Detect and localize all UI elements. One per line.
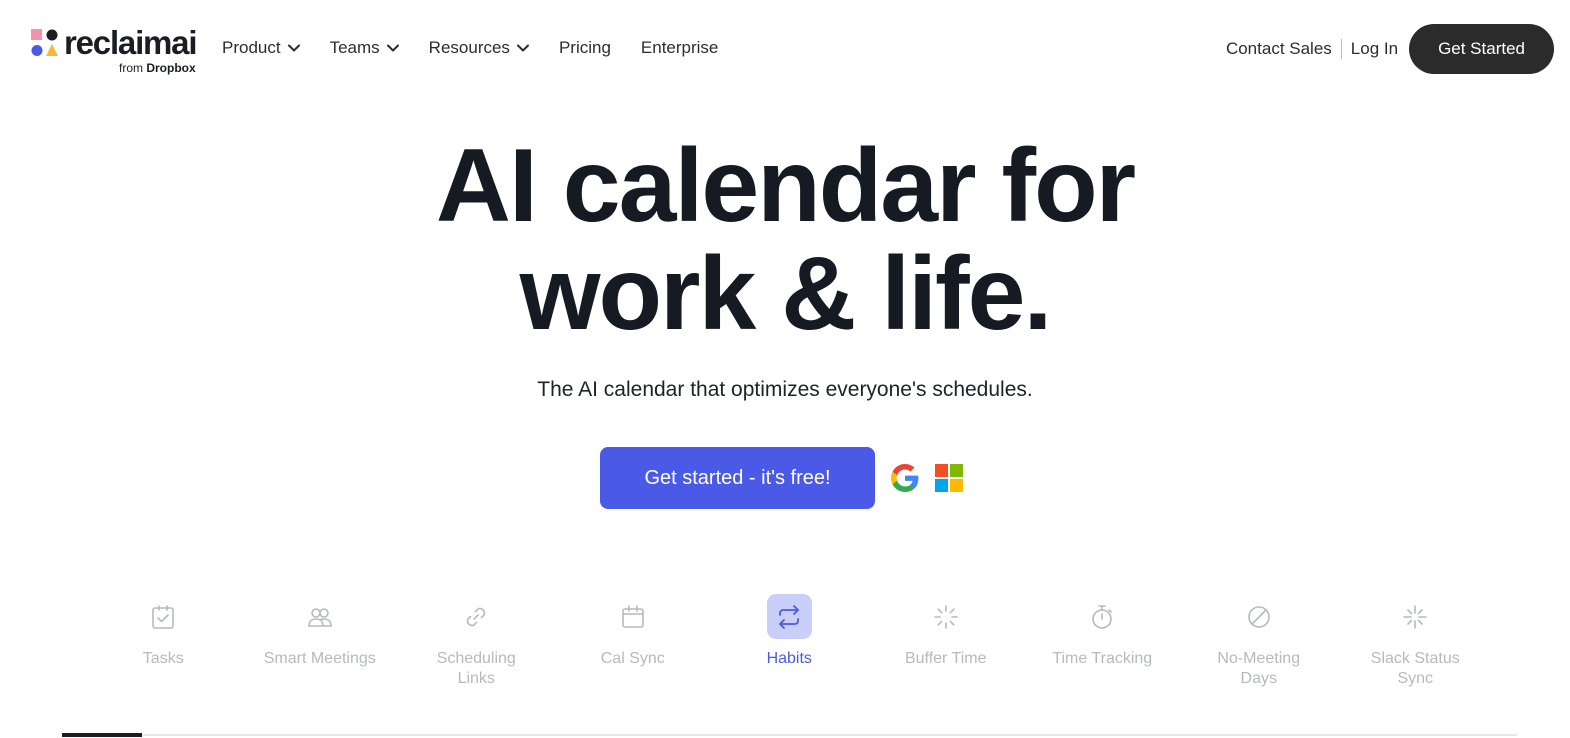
feature-tab-habits[interactable]: Habits: [711, 594, 868, 689]
nav-item-label: Enterprise: [640, 38, 719, 57]
nav-item-label: Resources: [428, 38, 510, 57]
feature-icon-wrap: [454, 594, 499, 639]
feature-icon-wrap: [1080, 594, 1125, 639]
hero-title-line-1: AI calendar for: [435, 128, 1136, 244]
feature-label: Tasks: [142, 650, 184, 667]
feature-tab-no-meeting-days[interactable]: No-Meeting Days: [1181, 594, 1338, 689]
feature-label: Scheduling Links: [436, 650, 516, 687]
feature-tab-cal-sync[interactable]: Cal Sync: [555, 594, 712, 689]
no-entry-icon: [1247, 605, 1270, 628]
main-nav: Product Teams Resources Pricing Enterpri…: [222, 36, 748, 60]
site-header: reclaimai from Dropbox Product Teams Res…: [0, 0, 1570, 98]
feature-tab-smart-meetings[interactable]: Smart Meetings: [242, 594, 399, 689]
get-started-free-button[interactable]: Get started - it's free!: [600, 447, 875, 509]
feature-tab-buffer-time[interactable]: Buffer Time: [868, 594, 1025, 689]
link-icon: [467, 607, 486, 626]
nav-item-pricing[interactable]: Pricing: [559, 38, 611, 58]
feature-label: Habits: [766, 650, 812, 667]
feature-label: Cal Sync: [600, 650, 665, 667]
header-actions: Contact Sales Log In Get Started: [1226, 24, 1554, 74]
hero-cta-row: Get started - it's free!: [600, 447, 963, 509]
chevron-down-icon: [287, 44, 300, 52]
login-link[interactable]: Log In: [1351, 39, 1398, 59]
nav-item-label: Product: [222, 38, 281, 57]
feature-label: Buffer Time: [904, 650, 987, 667]
microsoft-icon[interactable]: [935, 464, 963, 492]
contact-sales-link[interactable]: Contact Sales: [1226, 39, 1332, 59]
hero-subtitle: The AI calendar that optimizes everyone'…: [537, 378, 1033, 401]
feature-icon-wrap: [297, 594, 342, 639]
people-icon: [307, 607, 332, 627]
calendar-icon: [621, 604, 644, 628]
feature-label: Time Tracking: [1052, 650, 1153, 667]
repeat-icon: [779, 604, 800, 629]
feature-icon-wrap: [141, 594, 186, 639]
logo-subline: from Dropbox: [119, 61, 196, 75]
nav-item-product[interactable]: Product: [222, 38, 300, 58]
task-check-icon: [152, 604, 175, 629]
nav-item-teams[interactable]: Teams: [330, 38, 399, 58]
feature-label: Smart Meetings: [263, 650, 376, 667]
feature-tab-tasks[interactable]: Tasks: [85, 594, 242, 689]
feature-icon-wrap: [766, 594, 812, 639]
logo-sub-brand: Dropbox: [146, 61, 196, 75]
feature-tab-scheduling-links[interactable]: Scheduling Links: [398, 594, 555, 689]
nav-item-resources[interactable]: Resources: [429, 38, 529, 58]
feature-tab-slack-status-sync[interactable]: Slack Status Sync: [1337, 594, 1494, 689]
chevron-down-icon: [386, 44, 399, 52]
hero-title-line-2: work & life.: [519, 236, 1053, 352]
feature-tabs: Tasks Smart Meetings Scheduling Links Ca…: [85, 594, 1494, 689]
feature-label: No-Meeting Days: [1217, 650, 1301, 687]
header-divider: [1340, 39, 1342, 59]
feature-icon-wrap: [1393, 594, 1438, 639]
google-icon[interactable]: [891, 464, 919, 492]
logo-sub-prefix: from: [119, 61, 143, 75]
loader-icon: [933, 604, 958, 629]
feature-label: Slack Status Sync: [1370, 650, 1460, 687]
feature-progress-track: [62, 734, 1517, 736]
get-started-button[interactable]: Get Started: [1409, 24, 1554, 74]
feature-tab-time-tracking[interactable]: Time Tracking: [1024, 594, 1181, 689]
hero-title: AI calendar for work & life.: [0, 132, 1570, 348]
sparkle-icon: [1403, 604, 1428, 629]
reclaim-logo-mark-icon: [31, 29, 58, 56]
nav-item-label: Teams: [329, 38, 380, 57]
stopwatch-icon: [1092, 604, 1113, 629]
reclaim-logo[interactable]: reclaimai from Dropbox: [31, 24, 206, 77]
nav-item-enterprise[interactable]: Enterprise: [641, 38, 718, 58]
feature-icon-wrap: [923, 594, 968, 639]
chevron-down-icon: [516, 44, 529, 52]
logo-wordmark: reclaimai: [64, 24, 198, 61]
feature-icon-wrap: [610, 594, 655, 639]
nav-item-label: Pricing: [558, 38, 611, 57]
feature-icon-wrap: [1236, 594, 1281, 639]
feature-progress-fill: [62, 733, 142, 737]
